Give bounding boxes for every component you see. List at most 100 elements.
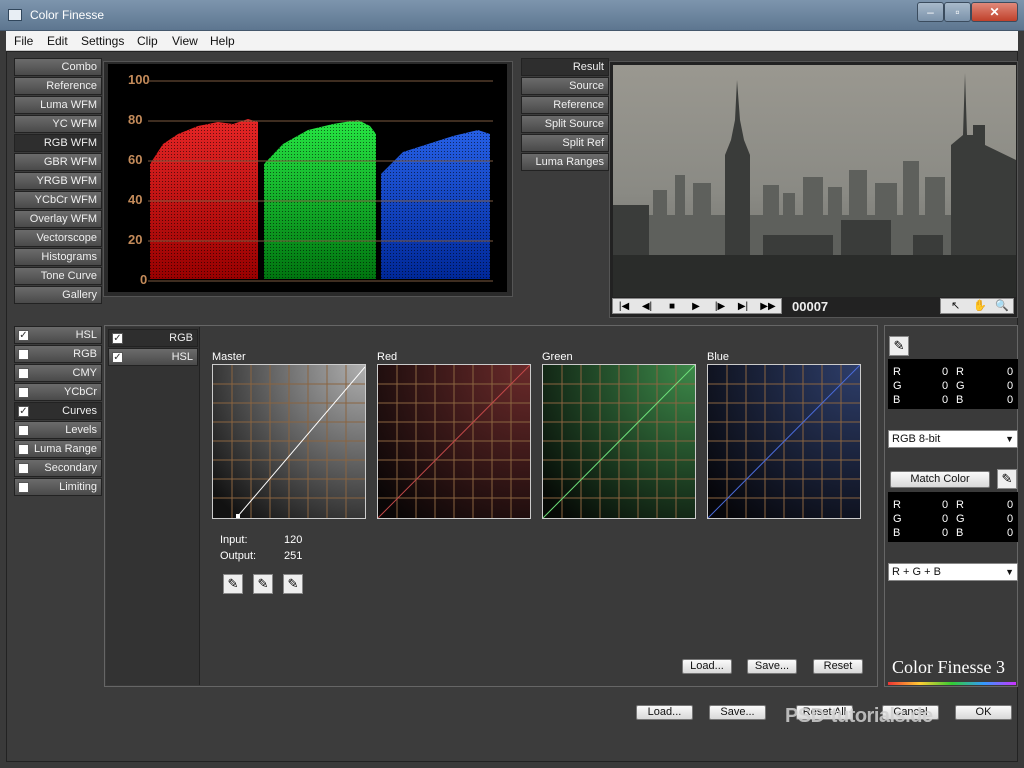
scope-yc-wfm[interactable]: YC WFM <box>14 115 102 133</box>
tab-cmy[interactable]: CMY <box>14 364 102 382</box>
scope-tone-curve[interactable]: Tone Curve <box>14 267 102 285</box>
master-curve[interactable] <box>212 364 366 519</box>
tab-secondary[interactable]: Secondary <box>14 459 102 477</box>
tab-luma-range[interactable]: Luma Range <box>14 440 102 458</box>
curves-subtabs <box>106 327 200 685</box>
view-reference[interactable]: Reference <box>521 96 609 114</box>
logo-spectrum-line <box>888 682 1016 685</box>
go-to-start-button[interactable]: |◀ <box>615 300 633 313</box>
window-title: Color Finesse <box>30 8 105 22</box>
curves-reset-button[interactable]: Reset <box>813 659 863 674</box>
curves-save-button[interactable]: Save... <box>747 659 797 674</box>
ycbcr-checkbox[interactable] <box>18 387 29 398</box>
play-button[interactable]: ▶ <box>687 300 705 313</box>
scope-histograms[interactable]: Histograms <box>14 248 102 266</box>
tab-ycbcr[interactable]: YCbCr <box>14 383 102 401</box>
menu-file[interactable]: File <box>14 34 33 48</box>
sample-eyedropper-icon[interactable]: ✎ <box>889 336 909 356</box>
curves-checkbox[interactable]: ✓ <box>18 406 29 417</box>
scope-gbr-wfm[interactable]: GBR WFM <box>14 153 102 171</box>
output-value: 251 <box>284 550 303 562</box>
sample-values-1: R 0 R 0 G 0 G 0 B 0 B 0 <box>888 359 1018 409</box>
tab-rgb[interactable]: RGB <box>14 345 102 363</box>
view-source[interactable]: Source <box>521 77 609 95</box>
scope-combo[interactable]: Combo <box>14 58 102 76</box>
blue-curve-label: Blue <box>707 351 730 363</box>
color-finesse-logo: Color Finesse 3 <box>892 657 1006 677</box>
scope-luma-wfm[interactable]: Luma WFM <box>14 96 102 114</box>
subtab-hsl[interactable]: ✓ HSL <box>108 348 198 366</box>
play-loop-button[interactable]: ▶▶ <box>759 300 777 313</box>
tab-curves[interactable]: ✓ Curves <box>14 402 102 420</box>
output-label: Output: <box>220 550 257 562</box>
hand-icon[interactable]: ✋ <box>973 299 987 312</box>
cmy-checkbox[interactable] <box>18 368 29 379</box>
view-result[interactable]: Result <box>521 58 609 76</box>
bit-depth-select[interactable]: RGB 8-bit ▼ <box>888 430 1018 448</box>
view-split-source[interactable]: Split Source <box>521 115 609 133</box>
scope-reference[interactable]: Reference <box>14 77 102 95</box>
zoom-icon[interactable]: 🔍 <box>995 299 1009 312</box>
menu-settings[interactable]: Settings <box>81 34 124 48</box>
scope-overlay-wfm[interactable]: Overlay WFM <box>14 210 102 228</box>
master-curve-label: Master <box>212 351 246 363</box>
app-window: Color Finesse – ▫ ✕ File Edit Settings C… <box>0 0 1024 768</box>
luma-range-checkbox[interactable] <box>18 444 29 455</box>
minimize-button[interactable]: – <box>917 2 944 22</box>
stop-button[interactable]: ■ <box>663 300 681 313</box>
tab-hsl[interactable]: ✓ HSL <box>14 326 102 344</box>
go-to-end-button[interactable]: ▶| <box>734 300 752 313</box>
curves-load-button[interactable]: Load... <box>682 659 732 674</box>
transport-bar: |◀ ◀| ■ ▶ |▶ ▶| ▶▶ <box>612 298 782 314</box>
pointer-icon[interactable]: ↖ <box>951 299 960 312</box>
waveform-traces <box>148 80 493 284</box>
channel-select[interactable]: R + G + B ▼ <box>888 563 1018 581</box>
close-button[interactable]: ✕ <box>971 2 1018 22</box>
scope-vectorscope[interactable]: Vectorscope <box>14 229 102 247</box>
subtab-rgb-checkbox[interactable]: ✓ <box>112 333 123 344</box>
menu-view[interactable]: View <box>172 34 198 48</box>
green-curve[interactable] <box>542 364 696 519</box>
scope-rgb-wfm[interactable]: RGB WFM <box>14 134 102 152</box>
title-bar: Color Finesse – ▫ ✕ <box>0 0 1024 31</box>
blue-curve[interactable] <box>707 364 861 519</box>
chevron-down-icon: ▼ <box>1005 434 1014 444</box>
view-tools: ↖ ✋ 🔍 <box>940 298 1014 314</box>
save-button[interactable]: Save... <box>709 705 766 720</box>
secondary-checkbox[interactable] <box>18 463 29 474</box>
load-button[interactable]: Load... <box>636 705 693 720</box>
view-split-ref[interactable]: Split Ref <box>521 134 609 152</box>
maximize-button[interactable]: ▫ <box>944 2 971 22</box>
limiting-checkbox[interactable] <box>18 482 29 493</box>
frame-counter: 00007 <box>792 299 829 314</box>
preview-image <box>613 65 1016 297</box>
tab-limiting[interactable]: Limiting <box>14 478 102 496</box>
levels-checkbox[interactable] <box>18 425 29 436</box>
scope-gallery[interactable]: Gallery <box>14 286 102 304</box>
step-back-button[interactable]: ◀| <box>638 300 656 313</box>
sample-values-2: R 0 R 0 G 0 G 0 B 0 B 0 <box>888 492 1018 542</box>
white-point-eyedropper-icon[interactable]: ✎ <box>283 574 303 594</box>
view-luma-ranges[interactable]: Luma Ranges <box>521 153 609 171</box>
match-eyedropper-icon[interactable]: ✎ <box>997 469 1017 489</box>
step-forward-button[interactable]: |▶ <box>711 300 729 313</box>
ok-button[interactable]: OK <box>955 705 1012 720</box>
mid-point-eyedropper-icon[interactable]: ✎ <box>253 574 273 594</box>
subtab-rgb[interactable]: ✓ RGB <box>108 329 198 347</box>
rgb-checkbox[interactable] <box>18 349 29 360</box>
menu-clip[interactable]: Clip <box>137 34 158 48</box>
scope-yrgb-wfm[interactable]: YRGB WFM <box>14 172 102 190</box>
scope-ycbcr-wfm[interactable]: YCbCr WFM <box>14 191 102 209</box>
match-color-button[interactable]: Match Color <box>890 471 990 488</box>
menu-edit[interactable]: Edit <box>47 34 68 48</box>
menu-bar: File Edit Settings Clip View Help <box>6 31 1018 51</box>
subtab-hsl-checkbox[interactable]: ✓ <box>112 352 123 363</box>
tab-levels[interactable]: Levels <box>14 421 102 439</box>
black-point-eyedropper-icon[interactable]: ✎ <box>223 574 243 594</box>
input-label: Input: <box>220 534 248 546</box>
hsl-checkbox[interactable]: ✓ <box>18 330 29 341</box>
menu-help[interactable]: Help <box>210 34 235 48</box>
green-curve-label: Green <box>542 351 573 363</box>
rgb-waveform: 100 80 60 40 20 0 <box>108 64 507 292</box>
red-curve[interactable] <box>377 364 531 519</box>
